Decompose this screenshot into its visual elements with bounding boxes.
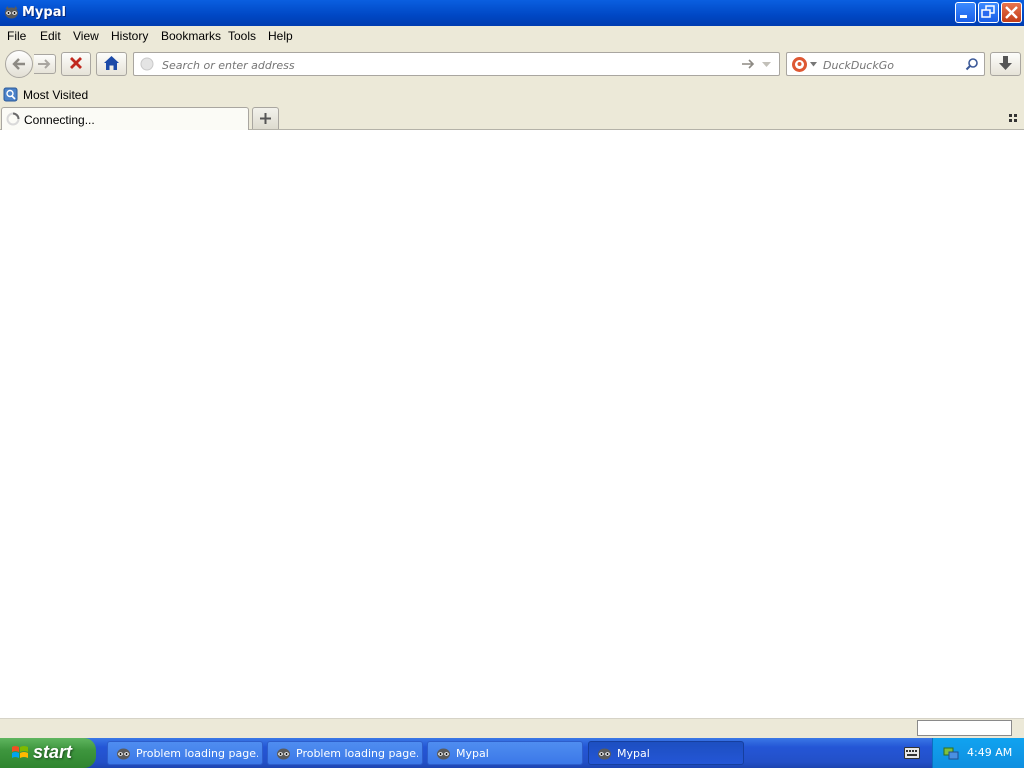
minimize-button[interactable] [955,2,976,23]
taskbar-item-mypal-1[interactable]: Mypal [427,741,583,765]
loading-spinner-icon [6,112,20,126]
network-icon[interactable] [943,745,959,761]
forward-button[interactable] [34,54,56,74]
menu-tools[interactable]: Tools [228,29,256,43]
start-button[interactable]: start [0,738,96,768]
close-button[interactable] [1001,2,1022,23]
new-tab-button[interactable] [252,107,279,129]
raccoon-app-icon [437,748,450,760]
keyboard-icon[interactable] [904,747,920,759]
start-label: start [33,742,73,762]
back-button[interactable] [5,50,33,78]
go-arrow-icon[interactable] [741,58,755,70]
navigation-toolbar [0,46,1024,84]
taskbar: start Problem loading page... Problem lo… [0,738,1024,768]
engine-dropdown-icon[interactable] [810,62,817,67]
plus-icon [260,113,271,124]
tab-label: Connecting... [24,113,95,127]
close-icon [1005,6,1018,19]
stop-button[interactable] [61,52,91,76]
clock[interactable]: 4:49 AM [967,746,1012,759]
page-content[interactable] [0,130,1024,718]
bookmark-most-visited[interactable]: Most Visited [3,86,93,104]
menu-history[interactable]: History [111,29,148,43]
home-icon [104,56,119,70]
url-bar[interactable] [133,52,780,76]
list-all-tabs-button[interactable] [1006,112,1020,124]
taskbar-item-label: Mypal [617,747,650,760]
status-progress-box [917,720,1012,736]
grid-icon [1009,114,1017,122]
duckduckgo-engine-icon[interactable] [791,56,808,73]
search-bar[interactable] [786,52,985,76]
back-arrow-icon [12,58,25,70]
raccoon-app-icon [5,6,18,19]
taskbar-item-label: Problem loading page... [296,747,418,760]
window-title: Mypal [22,5,66,20]
status-bar [0,718,1024,738]
bookmarks-toolbar: Most Visited [0,84,1024,106]
menu-view[interactable]: View [73,29,99,43]
minimize-icon [960,15,967,18]
bookmarks-folder-icon [3,87,18,102]
menu-file[interactable]: File [7,29,26,43]
taskbar-item-mypal-2[interactable]: Mypal [588,741,744,765]
site-identity-icon [140,57,154,71]
menu-bar: File Edit View History Bookmarks Tools H… [0,26,1024,46]
menu-bookmarks[interactable]: Bookmarks [161,29,221,43]
taskbar-item-problem-loading-2[interactable]: Problem loading page... [267,741,423,765]
search-input[interactable] [821,56,965,74]
raccoon-app-icon [277,748,290,760]
taskbar-item-label: Problem loading page... [136,747,258,760]
download-arrow-icon [999,56,1012,70]
restore-icon [981,5,995,18]
system-tray: 4:49 AM [932,738,1024,768]
menu-edit[interactable]: Edit [40,29,61,43]
raccoon-app-icon [598,748,611,760]
bookmark-label: Most Visited [23,88,89,102]
tab-strip: Connecting... [0,106,1024,130]
home-button[interactable] [96,52,127,76]
forward-arrow-icon [38,59,51,69]
magnifier-icon[interactable] [965,57,979,71]
window-titlebar[interactable]: Mypal [0,0,1024,26]
dropdown-triangle-icon[interactable] [761,61,772,68]
taskbar-item-problem-loading-1[interactable]: Problem loading page... [107,741,263,765]
menu-help[interactable]: Help [268,29,293,43]
restore-button[interactable] [978,2,999,23]
stop-x-icon [70,57,82,69]
back-forward-group [5,50,57,78]
tab-connecting[interactable]: Connecting... [1,107,249,130]
raccoon-app-icon [117,748,130,760]
taskbar-item-label: Mypal [456,747,489,760]
url-input[interactable] [160,56,724,74]
windows-flag-icon [12,746,28,758]
downloads-button[interactable] [990,52,1021,76]
